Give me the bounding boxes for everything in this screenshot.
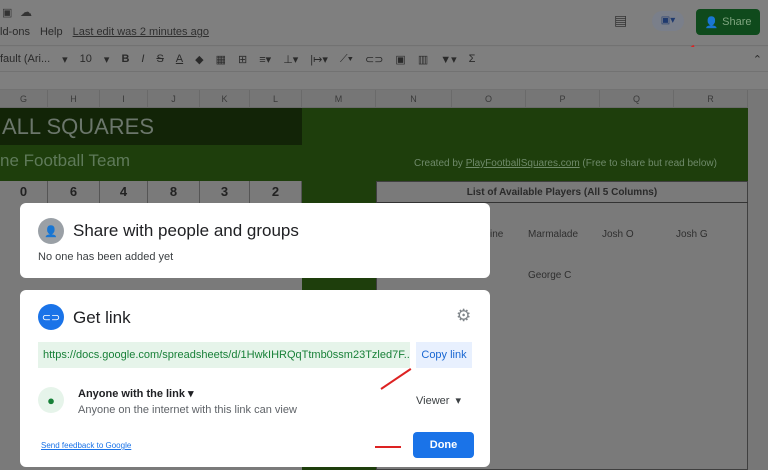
add-person-icon: 👤	[38, 218, 64, 244]
no-people-text: No one has been added yet	[38, 251, 174, 263]
person-icon: 👤	[704, 16, 719, 29]
last-edit-link[interactable]: Last edit was 2 minutes ago	[73, 26, 209, 38]
link-icon: ⊂⊃	[38, 304, 64, 330]
share-people-title: Share with people and groups	[73, 221, 299, 240]
cloud-icon: ☁	[20, 5, 32, 19]
col-g[interactable]: G	[0, 90, 48, 108]
valign-icon[interactable]: ⊥▾	[283, 53, 298, 66]
strike-button[interactable]: S	[156, 53, 163, 65]
folder-icon[interactable]: ▣	[2, 6, 12, 19]
vertical-scrollbar[interactable]	[748, 90, 768, 470]
col-m[interactable]: M	[302, 90, 376, 108]
number-cell[interactable]: 0	[0, 181, 48, 203]
font-select[interactable]: fault (Ari...	[0, 53, 50, 65]
functions-button[interactable]: Σ	[469, 53, 476, 65]
comments-icon[interactable]: ▤	[614, 12, 627, 29]
col-l[interactable]: L	[250, 90, 302, 108]
done-button[interactable]: Done	[413, 432, 474, 458]
score-numbers: 0 6 4 8 3 2	[0, 181, 302, 203]
player-cell[interactable]: Josh G	[676, 229, 708, 240]
chart-icon[interactable]: ▥	[418, 53, 428, 66]
fill-color-icon[interactable]: ◆	[195, 53, 203, 66]
italic-button[interactable]: I	[141, 53, 144, 65]
borders-icon[interactable]: ▦	[216, 53, 226, 66]
filter-icon[interactable]: ▼▾	[440, 53, 456, 66]
share-people-dialog: 👤 Share with people and groups No one ha…	[20, 203, 490, 278]
menu-addons[interactable]: ld-ons	[0, 26, 30, 38]
player-cell[interactable]: ine	[490, 229, 503, 240]
number-cell[interactable]: 6	[48, 181, 100, 203]
col-k[interactable]: K	[200, 90, 250, 108]
top-bar: ▣ ☁ ld-ons Help Last edit was 2 minutes …	[0, 0, 768, 46]
access-description: Anyone on the internet with this link ca…	[78, 404, 297, 416]
col-p[interactable]: P	[526, 90, 600, 108]
formula-bar[interactable]	[0, 72, 768, 90]
col-o[interactable]: O	[452, 90, 526, 108]
col-h[interactable]: H	[48, 90, 100, 108]
merge-icon[interactable]: ⊞	[238, 53, 247, 66]
number-cell[interactable]: 2	[250, 181, 302, 203]
player-cell[interactable]: George C	[528, 270, 571, 281]
column-headers: G H I J K L M N O P Q R	[0, 90, 768, 108]
get-link-title: Get link	[73, 308, 131, 327]
link-url-field[interactable]: https://docs.google.com/spreadsheets/d/1…	[38, 342, 410, 368]
settings-gear-icon[interactable]: ⚙	[456, 306, 471, 326]
feedback-link[interactable]: Send feedback to Google	[41, 441, 131, 450]
access-dropdown[interactable]: Anyone with the link ▾	[78, 387, 194, 400]
menu-help[interactable]: Help	[40, 26, 63, 38]
bold-button[interactable]: B	[121, 53, 129, 65]
number-cell[interactable]: 4	[100, 181, 148, 203]
toolbar: fault (Ari... ▾ 10 ▾ B I S A ◆ ▦ ⊞ ≡▾ ⊥▾ |…	[0, 47, 768, 72]
sheet-title: ALL SQUARES	[0, 108, 302, 145]
link-icon[interactable]: ⊂⊃	[365, 53, 383, 66]
share-button[interactable]: 👤 Share	[696, 9, 760, 35]
player-cell[interactable]: Marmalade	[528, 229, 578, 240]
col-r[interactable]: R	[674, 90, 748, 108]
annotation-arrow	[375, 446, 401, 448]
col-i[interactable]: I	[100, 90, 148, 108]
rotate-icon[interactable]: ⟋▾	[340, 53, 353, 66]
align-icon[interactable]: ≡▾	[259, 53, 271, 66]
created-by: Created by PlayFootballSquares.com (Free…	[414, 158, 717, 169]
col-q[interactable]: Q	[600, 90, 674, 108]
sheet-subtitle: ne Football Team	[0, 151, 131, 170]
site-link[interactable]: PlayFootballSquares.com	[466, 158, 580, 169]
number-cell[interactable]: 3	[200, 181, 250, 203]
player-cell[interactable]: Josh O	[602, 229, 634, 240]
col-n[interactable]: N	[376, 90, 452, 108]
globe-icon: ●	[38, 387, 64, 413]
font-size[interactable]: 10	[80, 53, 92, 65]
wrap-icon[interactable]: |↦▾	[310, 53, 328, 66]
copy-link-button[interactable]: Copy link	[416, 342, 472, 368]
text-color-button[interactable]: A	[176, 53, 183, 65]
role-dropdown[interactable]: Viewer ▾	[416, 394, 461, 407]
collapse-icon[interactable]: ⌃	[753, 53, 762, 66]
number-cell[interactable]: 8	[148, 181, 200, 203]
get-link-dialog: ⊂⊃ Get link ⚙ https://docs.google.com/sp…	[20, 290, 490, 467]
comment-icon[interactable]: ▣	[395, 53, 405, 66]
present-icon[interactable]: ▣▾	[652, 11, 684, 31]
col-j[interactable]: J	[148, 90, 200, 108]
players-list-header: List of Available Players (All 5 Columns…	[466, 187, 658, 198]
